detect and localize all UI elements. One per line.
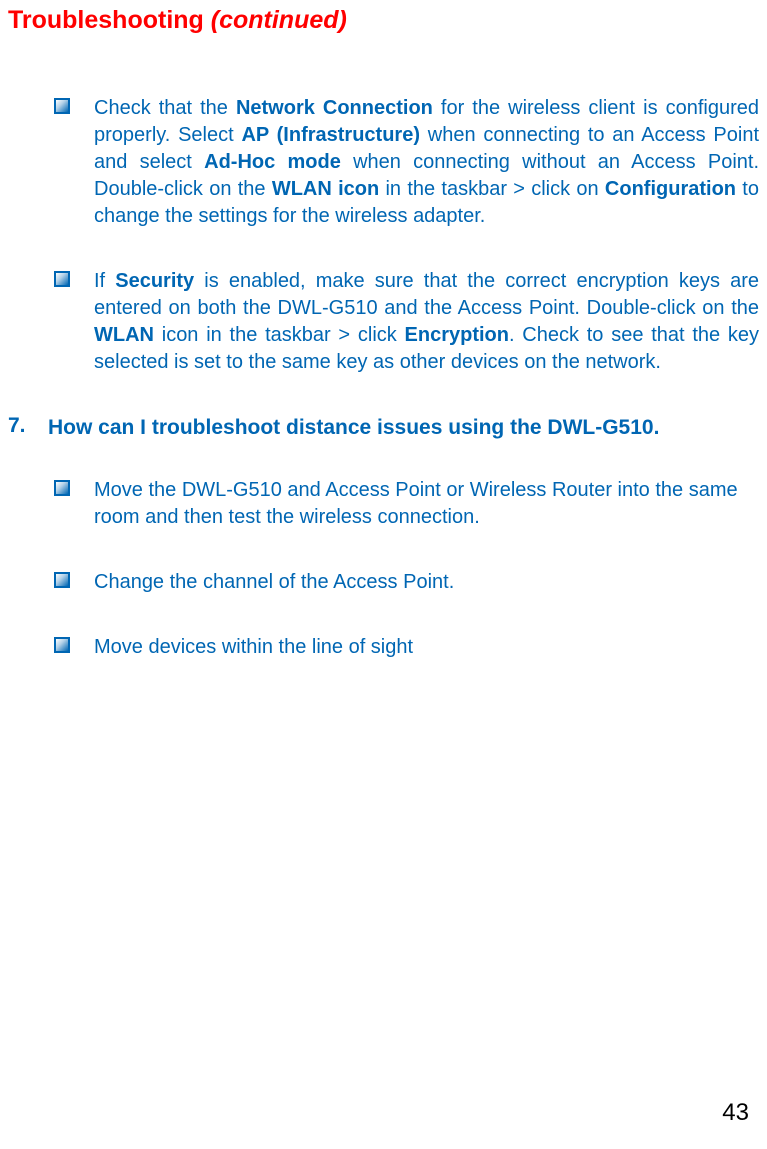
bullet-text-1: Check that the Network Connection for th…: [94, 95, 759, 230]
text-frag: If: [94, 270, 115, 292]
bullet-square-icon: [54, 271, 70, 287]
bullet-item-1: Check that the Network Connection for th…: [8, 95, 759, 230]
bullet-item-4: Change the channel of the Access Point.: [8, 569, 759, 596]
bullet-square-icon: [54, 480, 70, 496]
text-frag-bold: WLAN: [94, 324, 154, 346]
text-frag-bold: WLAN icon: [272, 178, 379, 200]
question-7: 7. How can I troubleshoot distance issue…: [8, 414, 759, 441]
text-frag-bold: Network Connection: [236, 97, 433, 119]
text-frag-bold: Configuration: [605, 178, 736, 200]
header-title-continued: (continued): [211, 6, 347, 34]
text-frag: is enabled, make sure that the correct e…: [94, 270, 759, 319]
text-frag: in the taskbar > click on: [379, 178, 605, 200]
text-frag-bold: Encryption: [405, 324, 509, 346]
bullet-square-icon: [54, 572, 70, 588]
bullet-text-3: Move the DWL-G510 and Access Point or Wi…: [94, 477, 759, 531]
bullet-square-icon: [54, 637, 70, 653]
bullet-text-2: If Security is enabled, make sure that t…: [94, 268, 759, 376]
text-frag-bold: Ad-Hoc mode: [204, 151, 341, 173]
bullet-text-4: Change the channel of the Access Point.: [94, 569, 759, 596]
bullet-item-2: If Security is enabled, make sure that t…: [8, 268, 759, 376]
page-number: 43: [722, 1099, 749, 1127]
bullet-square-icon: [54, 98, 70, 114]
header-title-main: Troubleshooting: [8, 6, 211, 34]
page-header: Troubleshooting (continued): [8, 6, 759, 35]
header-title: Troubleshooting (continued): [8, 6, 347, 34]
text-frag-bold: Security: [115, 270, 194, 292]
question-text: How can I troubleshoot distance issues u…: [48, 414, 659, 441]
text-frag: Check that the: [94, 97, 236, 119]
bullet-text-5: Move devices within the line of sight: [94, 634, 759, 661]
text-frag-bold: AP (Infrastructure): [241, 124, 420, 146]
bullet-item-3: Move the DWL-G510 and Access Point or Wi…: [8, 477, 759, 531]
bullet-item-5: Move devices within the line of sight: [8, 634, 759, 661]
question-number: 7.: [8, 414, 48, 438]
text-frag: icon in the taskbar > click: [154, 324, 405, 346]
